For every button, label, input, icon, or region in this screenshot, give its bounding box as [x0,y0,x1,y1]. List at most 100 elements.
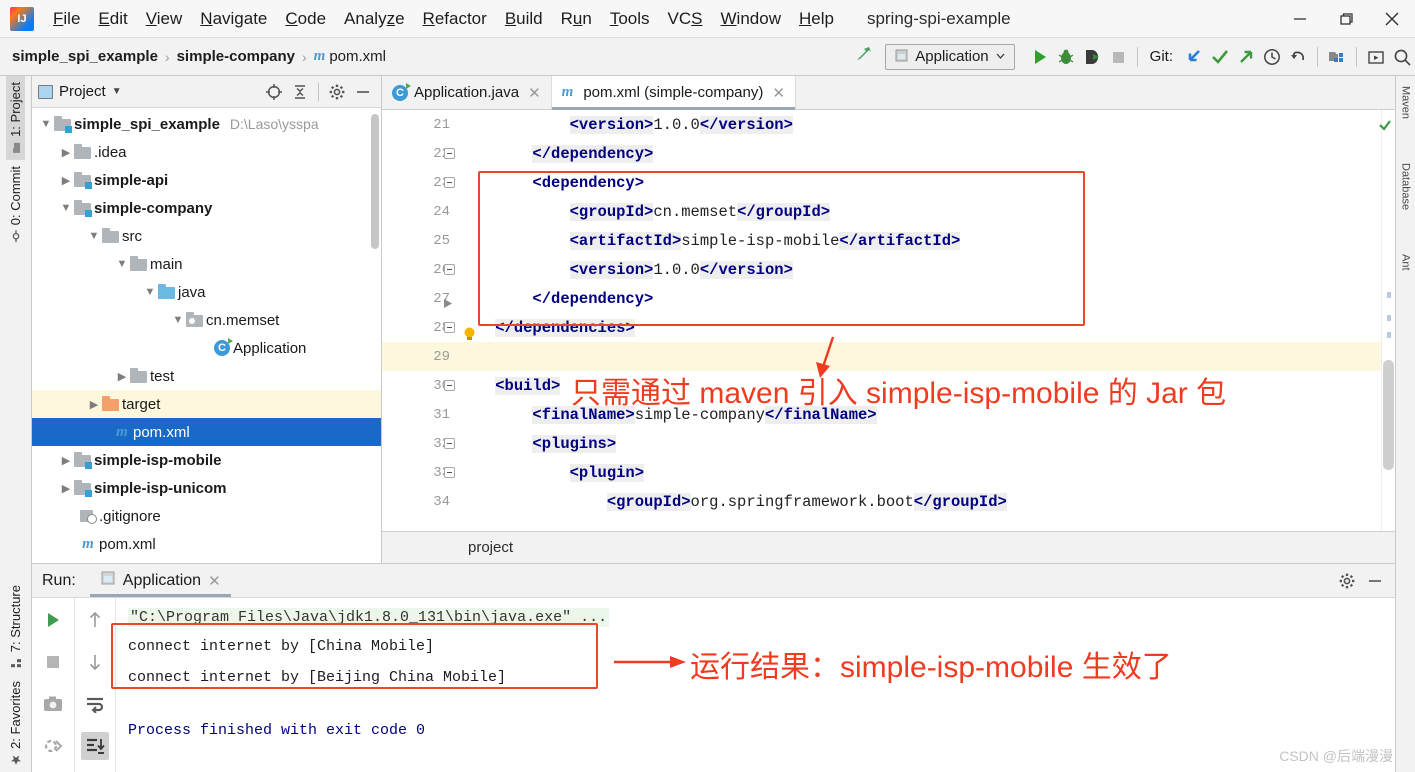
menu-navigate[interactable]: Navigate [191,5,276,33]
run-console[interactable]: "C:\Program Files\Java\jdk1.8.0_131\bin\… [111,598,1395,772]
tab-application-java[interactable]: C Application.java ✕ [382,76,552,109]
editor-scrollbar[interactable] [1379,110,1395,531]
menu-edit[interactable]: Edit [89,5,136,33]
search-icon[interactable] [1389,44,1415,70]
breadcrumb-project[interactable]: simple_spi_example [12,48,158,65]
chevron-down-icon[interactable]: ▼ [58,202,74,214]
fold-marker-icon[interactable] [444,467,455,478]
select-in-icon[interactable] [1363,44,1389,70]
tree-row-main[interactable]: ▼ main [32,250,381,278]
hide-panel-icon[interactable] [1363,569,1387,593]
close-button[interactable] [1369,0,1415,38]
tree-row-simple-company[interactable]: ▼ simple-company [32,194,381,222]
tree-row-simple-api[interactable]: ▶ simple-api [32,166,381,194]
menu-code[interactable]: Code [276,5,335,33]
menu-build[interactable]: Build [496,5,552,33]
fold-marker-icon[interactable] [444,177,455,188]
chevron-right-icon[interactable]: ▶ [58,146,74,159]
debug-button[interactable] [1053,44,1079,70]
wrap-text-icon[interactable] [81,690,109,718]
menu-run[interactable]: Run [552,5,601,33]
editor-scroll-thumb[interactable] [1383,360,1394,470]
restart-icon[interactable] [39,732,67,760]
run-with-coverage-button[interactable] [1079,44,1105,70]
collapse-all-icon[interactable] [288,80,312,104]
sidebar-item-structure[interactable]: 7: Structure [6,579,25,675]
stop-button[interactable] [39,648,67,676]
push-button[interactable] [1233,44,1259,70]
chevron-down-icon[interactable]: ▼ [142,286,158,298]
menu-file[interactable]: File [44,5,89,33]
chevron-right-icon[interactable]: ▶ [58,454,74,467]
camera-icon[interactable] [39,690,67,718]
arrow-up-icon[interactable] [81,606,109,634]
run-button[interactable] [1027,44,1053,70]
chevron-right-icon[interactable]: ▶ [114,370,130,383]
tree-row-src[interactable]: ▼ src [32,222,381,250]
menu-window[interactable]: Window [712,5,790,33]
fold-marker-icon[interactable] [444,438,455,449]
scroll-to-end-icon[interactable] [81,732,109,760]
tab-pom-xml[interactable]: m pom.xml (simple-company) ✕ [551,76,796,110]
menu-tools[interactable]: Tools [601,5,659,33]
chevron-down-icon[interactable]: ▼ [170,314,186,326]
chevron-right-icon[interactable]: ▶ [58,174,74,187]
tree-row-target[interactable]: ▶ target [32,390,381,418]
tree-row-pom-company[interactable]: m pom.xml [32,418,381,446]
run-gutter-icon[interactable] [442,298,453,314]
menu-refactor[interactable]: Refactor [414,5,496,33]
tree-row-idea[interactable]: ▶ .idea [32,138,381,166]
maximize-button[interactable] [1323,0,1369,38]
editor-code[interactable]: <version> 1.0.0 </version> </dependency> <… [458,110,1381,531]
breadcrumb-project-element[interactable]: project [468,539,513,556]
tree-row-cn-memset[interactable]: ▼ cn.memset [32,306,381,334]
run-tab-application[interactable]: Application ✕ [89,564,231,597]
menu-help[interactable]: Help [790,5,843,33]
menu-analyze[interactable]: Analyze [335,5,414,33]
sidebar-item-commit[interactable]: 0: Commit [6,160,25,248]
hammer-icon[interactable] [853,44,875,69]
sidebar-item-database[interactable]: Database [1399,157,1413,216]
chevron-right-icon[interactable]: ▶ [58,482,74,495]
sidebar-item-maven[interactable]: Maven [1399,80,1413,125]
sidebar-item-project[interactable]: 1: Project [6,76,25,160]
hide-panel-icon[interactable] [351,80,375,104]
menu-vcs[interactable]: VCS [659,5,712,33]
scroll-from-source-icon[interactable] [262,80,286,104]
settings-gear-icon[interactable] [325,80,349,104]
arrow-down-icon[interactable] [81,648,109,676]
chevron-right-icon[interactable]: ▶ [86,398,102,411]
project-tree-scrollbar[interactable] [371,114,379,249]
sidebar-item-ant[interactable]: Ant [1399,248,1413,277]
update-project-button[interactable] [1181,44,1207,70]
fold-marker-icon[interactable] [444,264,455,275]
chevron-down-icon[interactable]: ▼ [112,86,122,97]
tree-row-pom-root[interactable]: m pom.xml [32,530,381,558]
sidebar-item-favorites[interactable]: 2: Favorites [6,675,25,772]
project-structure-icon[interactable] [1324,44,1350,70]
history-button[interactable] [1259,44,1285,70]
fold-marker-icon[interactable] [444,322,455,333]
breadcrumb-module[interactable]: simple-company [177,48,295,65]
tree-row-simple-spi-example[interactable]: ▼ simple_spi_example D:\Laso\ysspa [32,110,381,138]
tree-row-simple-isp-mobile[interactable]: ▶ simple-isp-mobile [32,446,381,474]
chevron-down-icon[interactable]: ▼ [114,258,130,270]
settings-gear-icon[interactable] [1335,569,1359,593]
rollback-button[interactable] [1285,44,1311,70]
menu-view[interactable]: View [137,5,192,33]
editor-gutter[interactable]: 21 22 23 24 25 26 27 28 29 30 31 32 33 3… [382,110,475,531]
close-icon[interactable]: ✕ [208,572,221,590]
chevron-down-icon[interactable]: ▼ [38,118,54,130]
run-configuration-selector[interactable]: Application [885,43,1015,70]
commit-button[interactable] [1207,44,1233,70]
breadcrumb-file[interactable]: pom.xml [329,48,386,65]
chevron-down-icon[interactable]: ▼ [86,230,102,242]
stop-button[interactable] [1105,44,1131,70]
tree-row-java[interactable]: ▼ java [32,278,381,306]
tree-row-gitignore[interactable]: .gitignore [32,502,381,530]
close-icon[interactable]: ✕ [528,84,541,102]
fold-marker-icon[interactable] [444,148,455,159]
tree-row-test[interactable]: ▶ test [32,362,381,390]
fold-marker-icon[interactable] [444,380,455,391]
rerun-button[interactable] [39,606,67,634]
